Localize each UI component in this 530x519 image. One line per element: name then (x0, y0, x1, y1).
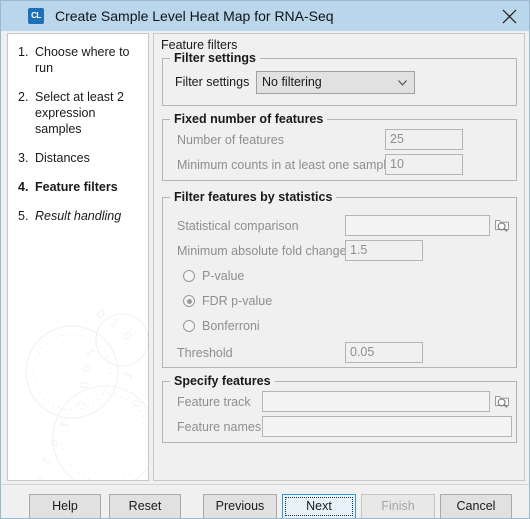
threshold-input[interactable]: 0.05 (345, 342, 423, 363)
step-number: 2. (18, 90, 29, 104)
next-button[interactable]: Next (282, 494, 356, 518)
feature-names-label: Feature names (177, 420, 262, 434)
binary-spiral-watermark: 0 1 0 1 0 0 1 1 0 1 0 1 1 0 (19, 306, 148, 481)
main-panel: Feature filters Filter settings Filter s… (153, 33, 525, 481)
svg-text:0: 0 (33, 474, 47, 481)
reset-button[interactable]: Reset (109, 494, 181, 518)
group-fixed-number-of-features: Fixed number of features Number of featu… (162, 112, 517, 181)
sidebar-step-5[interactable]: 5. Result handling (8, 208, 148, 224)
group-specify-features: Specify features Feature track Feature n… (162, 374, 517, 443)
fold-change-label: Minimum absolute fold change (177, 244, 347, 258)
sidebar-step-3[interactable]: 3. Distances (8, 150, 148, 166)
sidebar-step-1[interactable]: 1. Choose where to run (8, 44, 148, 76)
step-label: Result handling (35, 209, 122, 223)
minimum-counts-input[interactable]: 10 (385, 154, 463, 175)
step-number: 3. (18, 151, 29, 165)
radio-label: P-value (202, 269, 245, 283)
sidebar-step-4[interactable]: 4. Feature filters (8, 179, 148, 195)
statistical-comparison-input[interactable] (345, 215, 490, 236)
previous-button[interactable]: Previous (203, 494, 277, 518)
threshold-label: Threshold (177, 346, 233, 360)
minimum-counts-label: Minimum counts in at least one sample (177, 158, 394, 172)
feature-names-input[interactable] (262, 416, 512, 437)
browse-folder-search-icon[interactable] (494, 216, 511, 233)
help-button[interactable]: Help (29, 494, 101, 518)
title-bar: CL Create Sample Level Heat Map for RNA-… (1, 1, 529, 31)
svg-text:1: 1 (83, 346, 99, 357)
fold-change-input[interactable]: 1.5 (345, 240, 423, 261)
group-title: Filter features by statistics (170, 190, 337, 204)
filter-settings-value: No filtering (262, 75, 322, 89)
group-title: Fixed number of features (170, 112, 328, 126)
dialog-window: CL Create Sample Level Heat Map for RNA-… (0, 0, 530, 519)
feature-track-label: Feature track (177, 395, 251, 409)
svg-text:0: 0 (46, 437, 62, 450)
page-title: Feature filters (161, 38, 238, 52)
svg-text:0: 0 (77, 382, 91, 389)
dialog-button-bar: Help Reset Previous Next Finish Cancel (1, 484, 529, 518)
radio-p-value[interactable]: P-value (183, 269, 244, 283)
group-filter-settings: Filter settings Filter settings No filte… (162, 51, 517, 106)
close-icon (502, 9, 516, 23)
filter-settings-label: Filter settings (175, 75, 250, 89)
radio-fdr-p-value[interactable]: FDR p-value (183, 294, 272, 308)
step-number: 1. (18, 45, 29, 59)
svg-text:0: 0 (79, 364, 94, 373)
svg-text:0: 0 (120, 329, 135, 344)
group-title: Filter settings (170, 51, 260, 65)
window-title: Create Sample Level Heat Map for RNA-Seq (55, 8, 334, 24)
step-label: Select at least 2 expression samples (35, 90, 124, 136)
close-button[interactable] (487, 1, 529, 31)
step-number: 4. (18, 180, 29, 194)
chevron-down-icon (398, 80, 407, 86)
statistical-comparison-label: Statistical comparison (177, 219, 299, 233)
radio-icon (183, 320, 195, 332)
radio-bonferroni[interactable]: Bonferroni (183, 319, 260, 333)
browse-folder-search-icon[interactable] (494, 392, 511, 409)
svg-text:1: 1 (120, 368, 136, 381)
group-title: Specify features (170, 374, 275, 388)
step-list: 1. Choose where to run 2. Select at leas… (8, 34, 148, 224)
filter-settings-dropdown[interactable]: No filtering (256, 71, 415, 94)
svg-text:1: 1 (108, 315, 122, 330)
step-label: Feature filters (35, 180, 118, 194)
next-button-label: Next (306, 499, 332, 513)
finish-button: Finish (361, 494, 435, 518)
radio-icon-selected (183, 295, 195, 307)
radio-label: Bonferroni (202, 319, 260, 333)
svg-text:0: 0 (130, 398, 146, 409)
radio-icon (183, 270, 195, 282)
step-label: Distances (35, 151, 90, 165)
number-of-features-input[interactable]: 25 (385, 129, 463, 150)
radio-label: FDR p-value (202, 294, 273, 308)
feature-track-input[interactable] (262, 391, 490, 412)
svg-text:1: 1 (57, 419, 73, 430)
group-filter-by-statistics: Filter features by statistics Statistica… (162, 190, 517, 368)
app-icon: CL (28, 8, 44, 24)
number-of-features-label: Number of features (177, 133, 284, 147)
cancel-button[interactable]: Cancel (440, 494, 512, 518)
svg-text:1: 1 (74, 400, 89, 408)
dialog-body: 0 1 0 1 0 0 1 1 0 1 0 1 1 0 (1, 31, 529, 484)
sidebar-step-2[interactable]: 2. Select at least 2 expression samples (8, 89, 148, 137)
svg-text:1: 1 (39, 454, 54, 468)
step-number: 5. (18, 209, 29, 223)
svg-text:0: 0 (95, 306, 108, 322)
step-label: Choose where to run (35, 45, 130, 75)
wizard-steps-sidebar: 0 1 0 1 0 0 1 1 0 1 0 1 1 0 (7, 33, 149, 481)
